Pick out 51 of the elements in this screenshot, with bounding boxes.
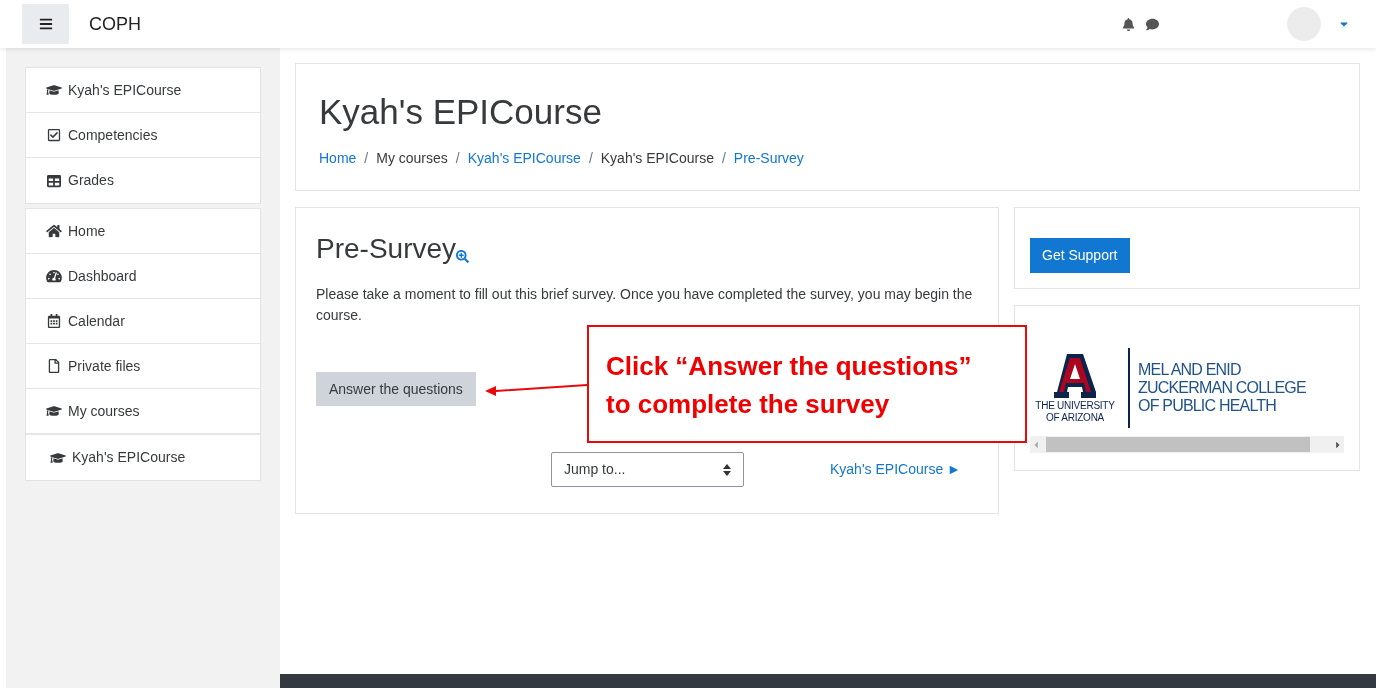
graduation-cap-icon	[46, 83, 62, 97]
next-activity-link[interactable]: Kyah's EPICourse ►	[830, 459, 961, 480]
file-icon	[46, 359, 62, 373]
bell-icon[interactable]	[1122, 17, 1135, 31]
calendar-icon	[46, 314, 62, 328]
sidebar-item[interactable]: Home	[26, 209, 260, 254]
sidebar-item[interactable]: Dashboard	[26, 254, 260, 299]
sidebar-item[interactable]: My courses	[26, 389, 260, 434]
table-icon	[46, 173, 62, 188]
answer-questions-button[interactable]: Answer the questions	[316, 372, 476, 406]
university-name: THE UNIVERSITY	[1035, 400, 1115, 412]
dashboard-icon	[46, 269, 62, 283]
chat-icon[interactable]	[1145, 17, 1160, 31]
get-support-button[interactable]: Get Support	[1030, 238, 1130, 273]
breadcrumb-item: My courses	[376, 149, 448, 168]
graduation-cap-icon	[50, 450, 66, 465]
horizontal-scrollbar[interactable]	[1030, 436, 1344, 453]
scrollbar-thumb[interactable]	[1046, 437, 1310, 452]
page-title: Kyah's EPICourse	[319, 91, 603, 133]
university-name: OF ARIZONA	[1045, 412, 1105, 424]
menu-button[interactable]	[22, 4, 69, 44]
college-name: OF PUBLIC HEALTH	[1138, 397, 1278, 415]
sidebar-item[interactable]: Competencies	[26, 113, 260, 158]
breadcrumb-item: Kyah's EPICourse	[600, 149, 714, 168]
checkbox-icon	[46, 128, 62, 142]
university-a-logo-icon	[1053, 352, 1097, 400]
graduation-cap-icon	[46, 404, 62, 418]
breadcrumb-separator: /	[721, 149, 726, 168]
college-name: ZUCKERMAN COLLEGE	[1138, 379, 1306, 397]
site-name[interactable]: COPH	[89, 10, 141, 38]
breadcrumb-link[interactable]: Pre-Survey	[733, 148, 804, 169]
zoom-in-icon[interactable]	[456, 250, 470, 263]
sort-arrows-icon	[723, 463, 731, 476]
breadcrumb-link[interactable]: Kyah's EPICourse	[467, 148, 581, 169]
sidebar-item[interactable]: Kyah's EPICourse	[26, 68, 260, 113]
sidebar-item[interactable]: Private files	[26, 344, 260, 389]
annotation-text: Click “Answer the questions” to complete the survey	[606, 350, 973, 421]
home-icon	[46, 224, 62, 238]
college-name: MEL AND ENID	[1138, 361, 1242, 379]
breadcrumb-separator: /	[455, 149, 460, 168]
activity-description: Please take a moment to fill out this brief survey. Once you have completed the survey, you may begin the course.	[316, 285, 974, 325]
menu-icon	[38, 17, 53, 31]
jump-to-select[interactable]: Jump to...	[551, 452, 744, 487]
breadcrumb-separator: /	[364, 149, 369, 168]
activity-title: Pre-Survey	[316, 232, 457, 266]
sidebar-item[interactable]: Calendar	[26, 299, 260, 344]
sidebar-item[interactable]: Kyah's EPICourse	[26, 435, 260, 480]
scroll-right-icon[interactable]	[1334, 439, 1342, 450]
breadcrumb-separator: /	[588, 149, 593, 168]
sidebar-item[interactable]: Grades	[26, 158, 260, 203]
breadcrumb-link[interactable]: Home	[319, 148, 357, 169]
